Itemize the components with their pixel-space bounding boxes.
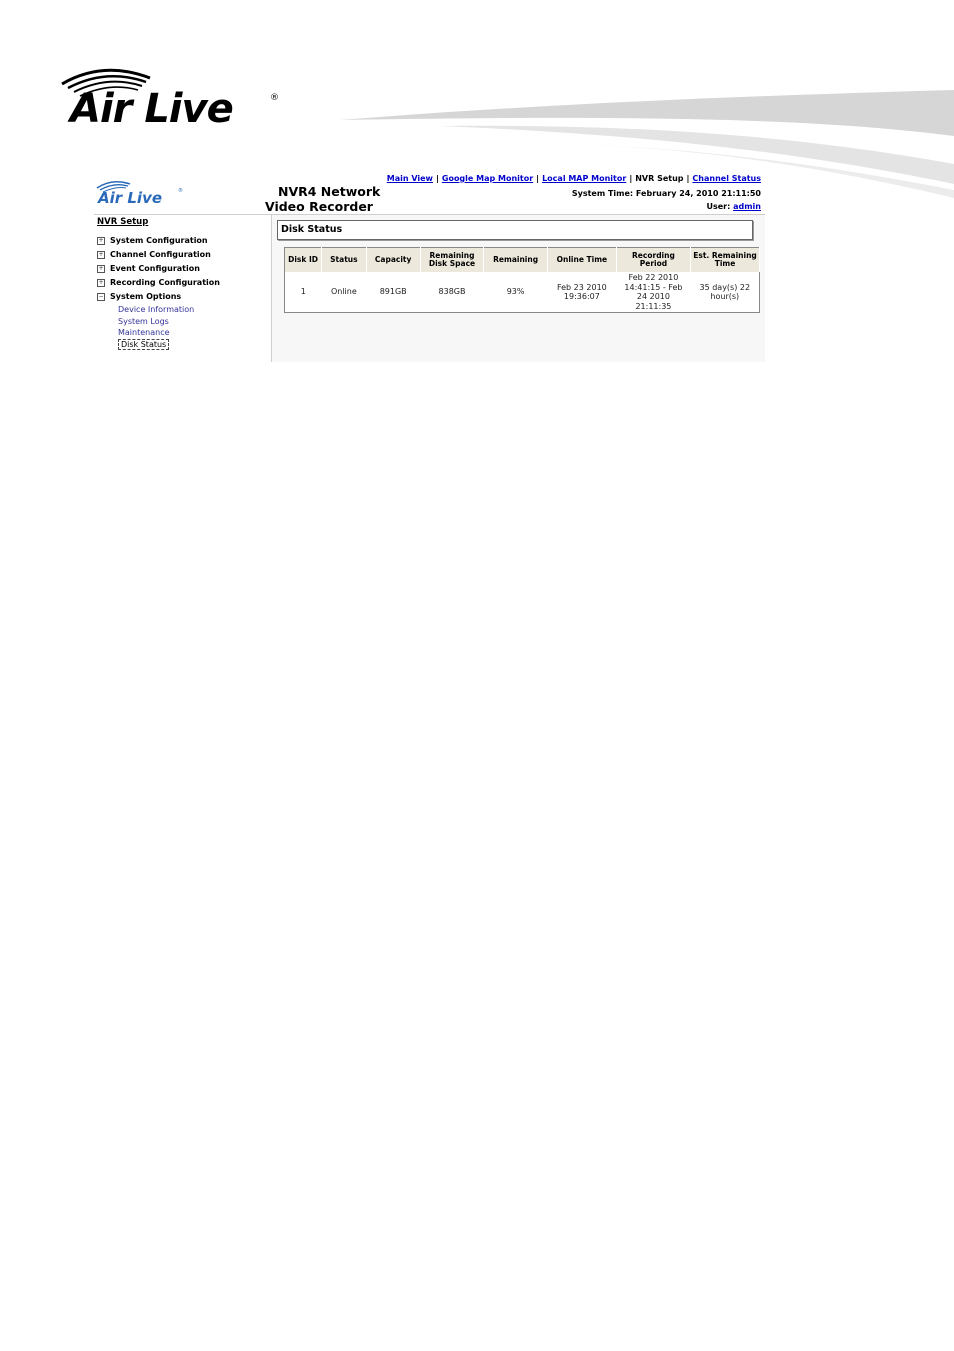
nav-separator: |: [536, 174, 540, 183]
disk-status-table: Disk ID Status Capacity Remaining Disk S…: [284, 247, 760, 313]
sidebar-subitem-device-information[interactable]: Device Information: [97, 304, 269, 316]
user-admin-link[interactable]: admin: [733, 202, 761, 211]
nav-separator: |: [629, 174, 633, 183]
nav-google-map-monitor[interactable]: Google Map Monitor: [442, 174, 533, 183]
app-title: NVR4 Network Video Recorder: [265, 184, 380, 214]
cell-est-remaining-time: 35 day(s) 22 hour(s): [699, 282, 751, 302]
cell-remaining: 93%: [506, 287, 525, 297]
expand-icon[interactable]: +: [97, 251, 105, 259]
nav-main-view[interactable]: Main View: [387, 174, 433, 183]
sidebar-item-system-configuration[interactable]: + System Configuration: [97, 234, 269, 248]
cell-remaining-disk-space: 838GB: [438, 287, 466, 297]
sidebar-item-system-options[interactable]: − System Options: [97, 290, 269, 304]
airlive-small-logo: Air Live ®: [96, 180, 183, 206]
sidebar-title[interactable]: NVR Setup: [97, 217, 269, 227]
col-remaining-disk-space: Remaining Disk Space: [420, 247, 485, 272]
sidebar-item-label: Channel Configuration: [110, 250, 211, 259]
app-title-line1: NVR4 Network: [278, 184, 381, 199]
col-est-remaining-time: Est. Remaining Time: [690, 247, 760, 272]
nav-local-map-monitor[interactable]: Local MAP Monitor: [542, 174, 626, 183]
cell-status: Online: [330, 287, 357, 297]
nvr-screenshot: Air Live ® NVR4 Network Video Recorder M…: [88, 170, 765, 362]
expand-icon[interactable]: +: [97, 279, 105, 287]
col-remaining: Remaining: [483, 247, 548, 272]
user-info: User: admin: [706, 202, 761, 211]
sidebar-subitem-label: Disk Status: [118, 338, 170, 350]
cell-recording-period: Feb 22 2010 14:41:15 - Feb 24 2010 21:11…: [624, 273, 683, 311]
svg-text:Air Live: Air Live: [67, 86, 233, 128]
sidebar-subitem-disk-status[interactable]: Disk Status: [97, 338, 269, 351]
svg-text:®: ®: [270, 93, 279, 103]
sidebar-item-label: System Configuration: [110, 236, 208, 245]
section-title: Disk Status: [281, 224, 343, 235]
sidebar: NVR Setup + System Configuration + Chann…: [97, 217, 269, 350]
section-header: Disk Status: [277, 220, 753, 240]
sidebar-item-event-configuration[interactable]: + Event Configuration: [97, 262, 269, 276]
sidebar-subitem-system-logs[interactable]: System Logs: [97, 316, 269, 328]
cell-online-time: Feb 23 2010 19:36:07: [556, 282, 607, 302]
cell-capacity: 891GB: [379, 287, 407, 297]
sidebar-item-label: System Options: [110, 292, 182, 301]
nav-separator: |: [435, 174, 439, 183]
sidebar-item-recording-configuration[interactable]: + Recording Configuration: [97, 276, 269, 290]
col-capacity: Capacity: [366, 247, 421, 272]
nav-nvr-setup: NVR Setup: [635, 174, 684, 183]
sidebar-divider: [271, 215, 272, 362]
airlive-logo: Air Live ®: [61, 68, 279, 128]
collapse-icon[interactable]: −: [97, 293, 105, 301]
cell-disk-id: 1: [300, 287, 306, 297]
app-title-line2: Video Recorder: [265, 199, 373, 214]
sidebar-item-label: Event Configuration: [110, 264, 200, 273]
expand-icon[interactable]: +: [97, 237, 105, 245]
table-row: 1 Online 891GB 838GB 93% Feb 23 2010 19:…: [285, 272, 760, 313]
user-label: User:: [706, 202, 731, 211]
svg-text:Air Live: Air Live: [97, 189, 162, 206]
table-header-row: Disk ID Status Capacity Remaining Disk S…: [284, 247, 760, 272]
nav-channel-status[interactable]: Channel Status: [692, 174, 761, 183]
sidebar-item-label: Recording Configuration: [110, 278, 220, 287]
col-status: Status: [321, 247, 367, 272]
col-recording-period: Recording Period: [616, 247, 692, 272]
col-online-time: Online Time: [547, 247, 617, 272]
system-time: System Time: February 24, 2010 21:11:50: [571, 189, 761, 198]
sidebar-item-channel-configuration[interactable]: + Channel Configuration: [97, 248, 269, 262]
svg-text:®: ®: [178, 187, 183, 194]
sidebar-subitem-maintenance[interactable]: Maintenance: [97, 327, 269, 339]
expand-icon[interactable]: +: [97, 265, 105, 273]
top-nav: Main View | Google Map Monitor | Local MAP M…: [387, 174, 761, 183]
col-disk-id: Disk ID: [284, 247, 323, 272]
